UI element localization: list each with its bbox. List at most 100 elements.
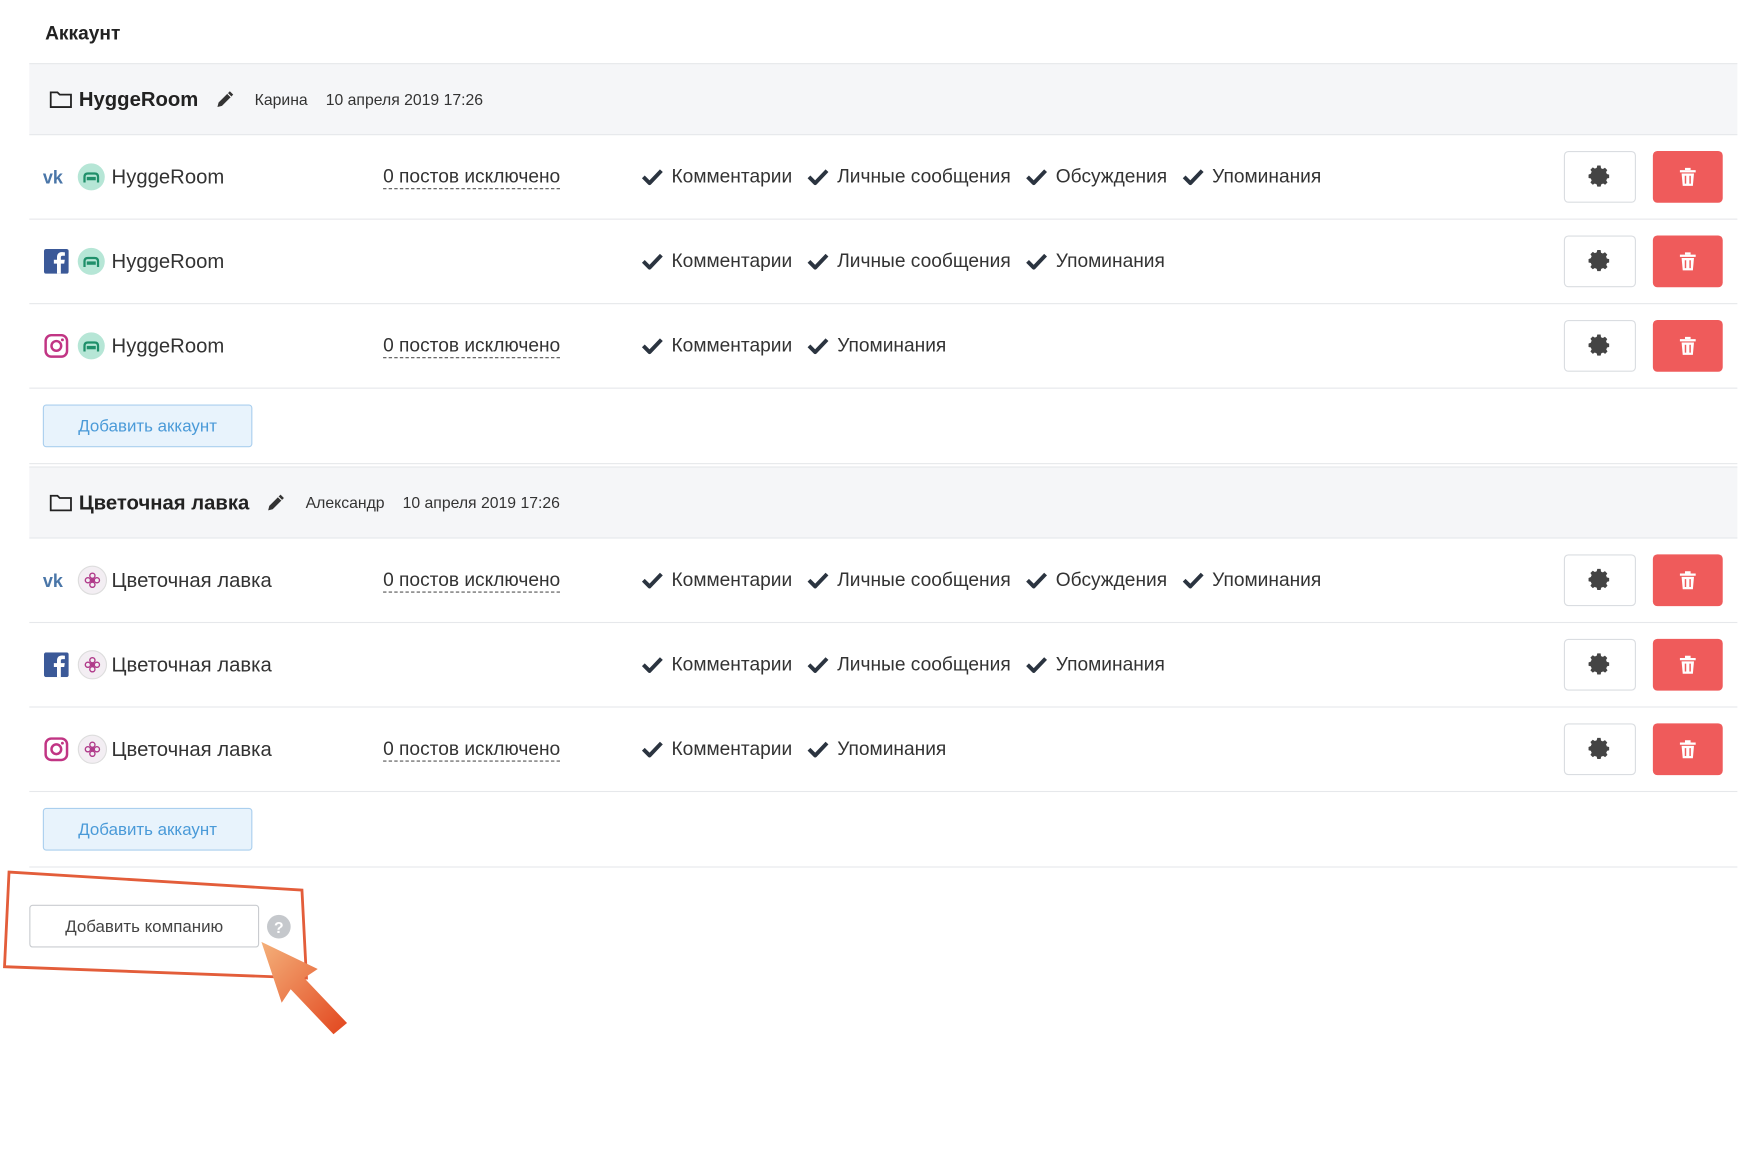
feature-label: Комментарии (671, 334, 793, 357)
settings-button[interactable] (1563, 723, 1636, 776)
company-owner: Александр (305, 493, 385, 512)
checkmark-icon (641, 572, 663, 589)
account-row: Цветочная лавка 0 постов исключено Коммент… (29, 708, 1738, 793)
network-icon: vk (43, 567, 70, 594)
feature-item: Личные сообщения (807, 569, 1011, 592)
checkmark-icon (641, 657, 663, 673)
feature-item: Комментарии (641, 738, 792, 761)
feature-label: Упоминания (1055, 250, 1165, 272)
trash-icon (1679, 252, 1696, 271)
add-account-button[interactable]: Добавить аккаунт (42, 807, 253, 851)
account-name: Цветочная лавка (111, 652, 272, 676)
feature-label: Упоминания (837, 334, 947, 357)
company-owner: Карина (254, 90, 308, 109)
checkmark-icon (807, 253, 829, 270)
feature-item: Упоминания (807, 738, 946, 761)
settings-button[interactable] (1563, 235, 1636, 288)
add-account-row: Добавить аккаунт (29, 389, 1738, 465)
features-list: Комментарии Личные сообщения Обсуждения Упо… (641, 569, 1336, 592)
network-icon: vk (43, 163, 70, 190)
add-account-button[interactable]: Добавить аккаунт (42, 404, 253, 448)
excluded-posts-link[interactable]: 0 постов исключено (383, 568, 561, 593)
feature-label: Упоминания (1212, 568, 1322, 591)
account-avatar (77, 565, 108, 595)
account-row: Цветочная лавка Комментарии Личные сообщен… (29, 623, 1738, 708)
account-row: HyggeRoom 0 постов исключено Комментарии Уп… (29, 304, 1738, 389)
settings-button[interactable] (1563, 554, 1636, 607)
folder-icon (49, 91, 72, 108)
checkmark-icon (641, 169, 663, 186)
delete-button[interactable] (1652, 638, 1723, 691)
checkmark-icon (1182, 169, 1204, 186)
page: Аккаунт HyggeRoom Карина 10 апреля 2019 17… (0, 0, 1746, 1159)
trash-icon (1679, 571, 1696, 590)
vk-icon: vk (43, 168, 64, 186)
checkmark-icon (807, 169, 829, 186)
features-list: Комментарии Упоминания (641, 738, 961, 761)
account-row: HyggeRoom Комментарии Личные сообщения Упом… (29, 220, 1738, 305)
company-name[interactable]: Цветочная лавка (79, 491, 249, 515)
checkmark-icon (807, 338, 829, 355)
feature-item: Комментарии (641, 569, 792, 592)
feature-item: Обсуждения (1025, 166, 1167, 189)
account-row: vk Цветочная лавка 0 постов исключено Комме… (29, 539, 1738, 624)
checkmark-icon (641, 741, 663, 758)
trash-icon (1679, 167, 1696, 186)
feature-item: Личные сообщения (807, 250, 1011, 273)
feature-item: Комментарии (641, 250, 792, 273)
settings-button[interactable] (1563, 638, 1636, 691)
feature-label: Личные сообщения (837, 250, 1011, 272)
settings-button[interactable] (1563, 319, 1636, 372)
delete-button[interactable] (1652, 150, 1723, 203)
checkmark-icon (1182, 572, 1204, 589)
account-avatar (77, 650, 108, 680)
instagram-icon (44, 333, 69, 358)
feature-item: Упоминания (1182, 569, 1321, 592)
excluded-posts-link[interactable]: 0 постов исключено (383, 165, 561, 189)
feature-item: Упоминания (1182, 166, 1321, 189)
features-list: Комментарии Личные сообщения Обсуждения Упо… (641, 166, 1336, 189)
feature-item: Обсуждения (1025, 569, 1167, 592)
settings-button[interactable] (1563, 150, 1636, 203)
account-name: Цветочная лавка (111, 737, 272, 760)
checkmark-icon (807, 657, 829, 673)
svg-text:vk: vk (43, 571, 64, 589)
checkmark-icon (1026, 572, 1048, 589)
feature-label: Обсуждения (1055, 165, 1168, 188)
feature-label: Комментарии (671, 250, 793, 272)
facebook-icon (43, 652, 69, 678)
trash-icon (1679, 655, 1696, 674)
highlight-frame (3, 870, 308, 980)
feature-label: Личные сообщения (837, 568, 1011, 591)
features-list: Комментарии Личные сообщения Упоминания (641, 250, 1179, 273)
account-avatar (77, 163, 105, 191)
feature-label: Комментарии (671, 568, 793, 591)
account-name: HyggeRoom (111, 334, 225, 357)
account-avatar (77, 734, 108, 764)
excluded-posts-link[interactable]: 0 постов исключено (383, 334, 561, 358)
feature-label: Личные сообщения (837, 165, 1011, 188)
checkmark-icon (807, 741, 829, 758)
company-name[interactable]: HyggeRoom (79, 87, 198, 111)
feature-item: Комментарии (641, 653, 792, 676)
feature-item: Упоминания (1025, 250, 1165, 273)
account-avatar (77, 247, 105, 275)
delete-button[interactable] (1652, 723, 1723, 776)
delete-button[interactable] (1652, 554, 1723, 607)
pencil-icon[interactable] (214, 88, 237, 111)
delete-button[interactable] (1652, 319, 1723, 372)
company-block: Цветочная лавка Александр 10 апреля 2019 1… (29, 466, 1738, 868)
checkmark-icon (1026, 657, 1048, 673)
checkmark-icon (807, 572, 829, 589)
checkmark-icon (641, 253, 663, 270)
feature-label: Личные сообщения (837, 653, 1011, 675)
checkmark-icon (641, 338, 663, 355)
gear-icon (1588, 334, 1610, 356)
features-list: Комментарии Упоминания (641, 335, 961, 358)
delete-button[interactable] (1652, 235, 1723, 288)
pencil-icon[interactable] (265, 491, 288, 514)
account-name: Цветочная лавка (111, 568, 272, 591)
excluded-posts-link[interactable]: 0 постов исключено (383, 737, 561, 762)
gear-icon (1588, 249, 1610, 272)
company-date: 10 апреля 2019 17:26 (402, 493, 560, 512)
